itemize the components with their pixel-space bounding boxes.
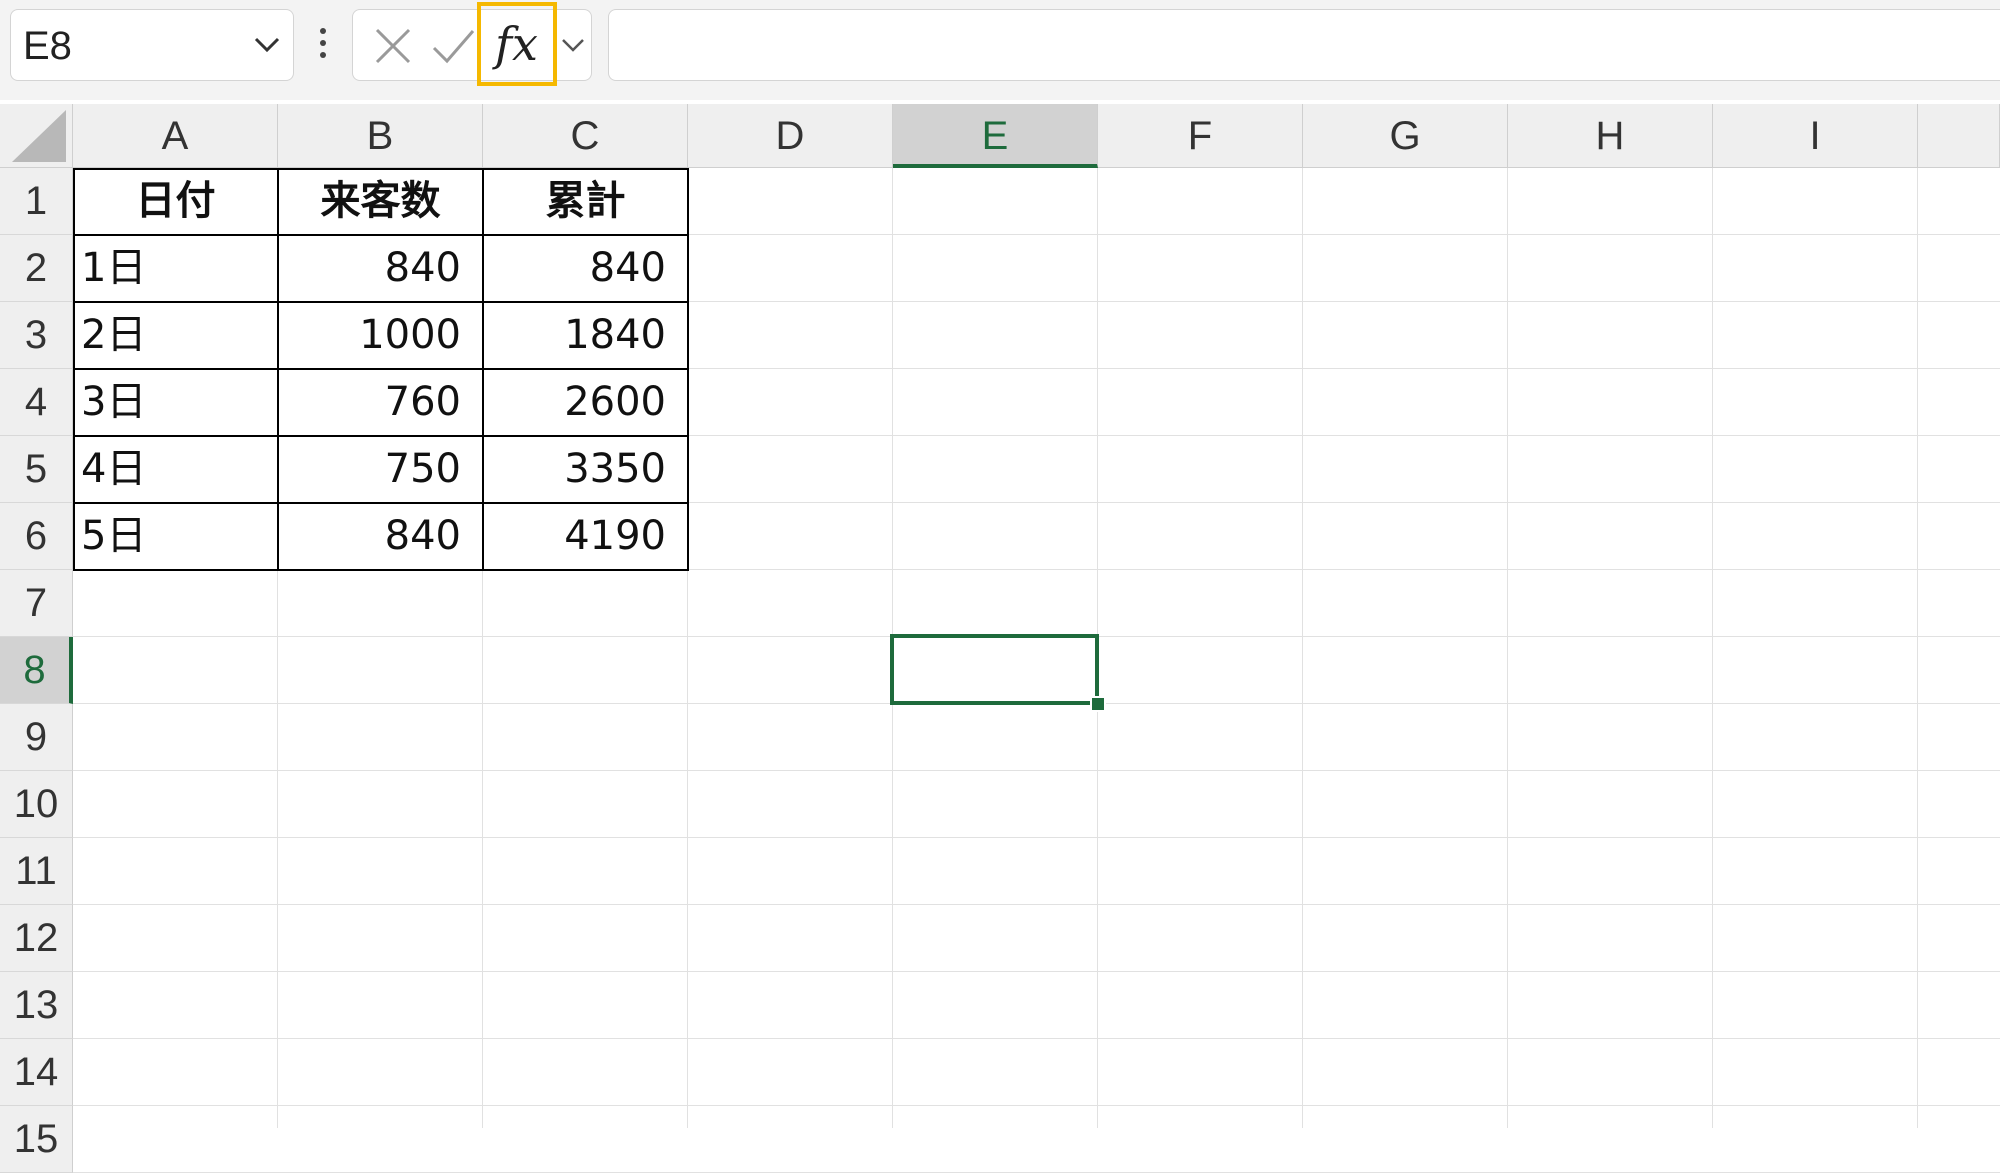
table-border-horizontal (73, 435, 688, 437)
row-header-15[interactable]: 15 (0, 1106, 73, 1173)
formula-buttons: fx (352, 2, 592, 86)
fx-icon: fx (495, 17, 538, 71)
more-options-icon[interactable] (318, 28, 328, 64)
column-header-h[interactable]: H (1508, 104, 1713, 168)
column-header-c[interactable]: C (483, 104, 688, 168)
row-header-14[interactable]: 14 (0, 1039, 73, 1106)
table-border-horizontal (73, 234, 688, 236)
column-header-i[interactable]: I (1713, 104, 1918, 168)
row-header-4[interactable]: 4 (0, 369, 73, 436)
column-header-b[interactable]: B (278, 104, 483, 168)
name-box[interactable]: E8 (10, 9, 294, 81)
select-all-button[interactable] (0, 104, 73, 168)
row-header-11[interactable]: 11 (0, 838, 73, 905)
column-header-a[interactable]: A (73, 104, 278, 168)
table-cell[interactable]: 1日 (73, 235, 278, 302)
table-header-cell[interactable]: 来客数 (278, 168, 483, 235)
formula-bar: E8 fx (0, 0, 2000, 100)
table-border-horizontal (73, 301, 688, 303)
gridline-vertical (1302, 168, 1303, 1128)
chevron-down-icon[interactable] (253, 36, 281, 54)
spreadsheet-grid: ABCDEFGHI 1 2 3 4 5 6 7 8 9 10 11 12 13 14 15 日付 来客数 累計 1… (0, 104, 2000, 1173)
table-cell[interactable]: 840 (278, 235, 483, 302)
table-cell[interactable]: 5日 (73, 503, 278, 570)
table-cell[interactable]: 4日 (73, 436, 278, 503)
table-header-cell[interactable]: 日付 (73, 168, 278, 235)
table-cell[interactable]: 2日 (73, 302, 278, 369)
row-header-9[interactable]: 9 (0, 704, 73, 771)
table-cell[interactable]: 750 (278, 436, 483, 503)
column-header-g[interactable]: G (1303, 104, 1508, 168)
active-cell-e8[interactable] (890, 634, 1099, 705)
gridline-vertical (1507, 168, 1508, 1128)
check-icon[interactable] (431, 26, 475, 66)
table-cell[interactable]: 3日 (73, 369, 278, 436)
row-header-8[interactable]: 8 (0, 637, 73, 704)
table-cell[interactable]: 4190 (483, 503, 688, 570)
table-cell[interactable]: 2600 (483, 369, 688, 436)
row-header-7[interactable]: 7 (0, 570, 73, 637)
select-all-icon (12, 110, 66, 162)
row-header-12[interactable]: 12 (0, 905, 73, 972)
name-box-value: E8 (23, 24, 72, 68)
insert-function-button[interactable]: fx (477, 2, 557, 86)
gridline-horizontal (73, 904, 2000, 905)
column-header-d[interactable]: D (688, 104, 893, 168)
gridline-vertical (1712, 168, 1713, 1128)
column-header-e[interactable]: E (893, 104, 1098, 168)
gridline-horizontal (73, 971, 2000, 972)
close-icon[interactable] (373, 26, 413, 66)
column-header-next[interactable] (1918, 104, 2000, 168)
row-header-5[interactable]: 5 (0, 436, 73, 503)
row-header-3[interactable]: 3 (0, 302, 73, 369)
gridline-vertical (1917, 168, 1918, 1128)
table-border-horizontal (73, 368, 688, 370)
row-header-2[interactable]: 2 (0, 235, 73, 302)
table-cell[interactable]: 760 (278, 369, 483, 436)
formula-input[interactable] (608, 9, 2000, 81)
column-header-f[interactable]: F (1098, 104, 1303, 168)
table-cell[interactable]: 840 (278, 503, 483, 570)
fill-handle[interactable] (1090, 696, 1106, 712)
table-cell[interactable]: 840 (483, 235, 688, 302)
table-cell[interactable]: 1000 (278, 302, 483, 369)
table-cell[interactable]: 1840 (483, 302, 688, 369)
table-header-cell[interactable]: 累計 (483, 168, 688, 235)
row-header-13[interactable]: 13 (0, 972, 73, 1039)
gridline-horizontal (73, 770, 2000, 771)
row-header-1[interactable]: 1 (0, 168, 73, 235)
gridline-horizontal (73, 837, 2000, 838)
chevron-down-icon[interactable] (561, 38, 585, 54)
gridline-horizontal (73, 1038, 2000, 1039)
row-header-10[interactable]: 10 (0, 771, 73, 838)
gridline-horizontal (73, 1105, 2000, 1106)
row-header-6[interactable]: 6 (0, 503, 73, 570)
table-border-horizontal (73, 502, 688, 504)
table-cell[interactable]: 3350 (483, 436, 688, 503)
